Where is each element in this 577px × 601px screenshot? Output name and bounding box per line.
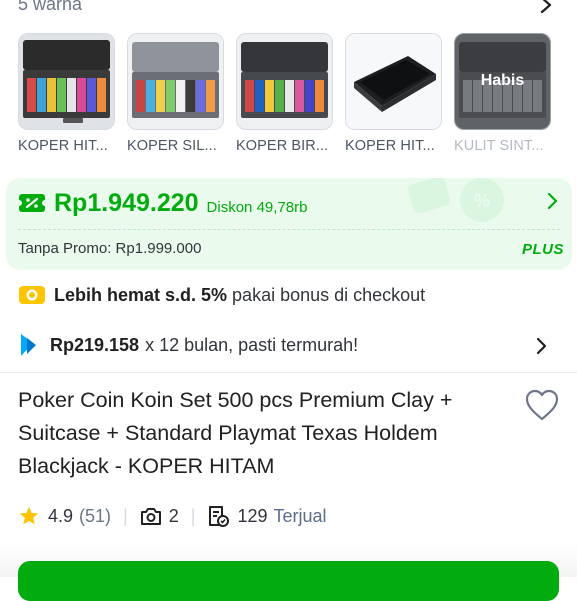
- variant-label: KOPER HIT...: [345, 138, 435, 154]
- product-title: Poker Coin Koin Set 500 pcs Premium Clay…: [18, 388, 453, 478]
- original-price: Tanpa Promo: Rp1.999.000: [18, 240, 202, 257]
- receipt-icon: [209, 506, 230, 527]
- variant-label: KOPER BIR...: [236, 138, 329, 154]
- variant-image: [127, 33, 224, 130]
- variant-header[interactable]: 5 warna: [18, 0, 559, 18]
- separator: |: [190, 505, 196, 526]
- coupon-icon: [18, 194, 46, 212]
- primary-action-button[interactable]: [18, 561, 559, 601]
- variant-count: 5 warna: [18, 0, 83, 14]
- price-row: Rp1.949.220 Diskon 49,78rb: [18, 186, 307, 220]
- price-value: Rp1.949.220: [54, 188, 199, 217]
- variant-label: KOPER SIL...: [127, 138, 217, 154]
- promo-decoration-icon: %: [408, 178, 504, 222]
- coin-bonus-icon: [19, 286, 45, 304]
- rating-value: 4.9: [48, 505, 74, 526]
- variant-item[interactable]: KOPER HIT...: [345, 33, 442, 154]
- svg-text:%: %: [474, 191, 490, 211]
- installment-amount: Rp219.158: [50, 334, 140, 355]
- bonus-highlight: Lebih hemat s.d. 5%: [54, 284, 228, 305]
- bonus-text: pakai bonus di checkout: [232, 284, 426, 305]
- paylater-icon: [21, 334, 36, 356]
- heart-icon[interactable]: [524, 388, 560, 422]
- chevron-right-icon[interactable]: [535, 337, 547, 355]
- variant-item[interactable]: Habis KULIT SINT...: [454, 33, 551, 154]
- chevron-right-icon[interactable]: [546, 192, 558, 210]
- separator: |: [123, 505, 128, 526]
- chevron-right-icon[interactable]: [539, 0, 553, 14]
- plus-logo: PLUS: [521, 241, 564, 258]
- divider: [0, 372, 577, 373]
- star-icon: [19, 506, 39, 525]
- bonus-info: Lebih hemat s.d. 5% pakai bonus di check…: [18, 282, 425, 308]
- sold-out-badge: Habis: [480, 72, 525, 89]
- camera-icon: [140, 508, 161, 525]
- variant-item[interactable]: KOPER BIR...: [236, 33, 333, 154]
- variant-image: Habis: [454, 33, 551, 130]
- divider: [18, 229, 560, 230]
- price-card[interactable]: % Rp1.949.220 Diskon 49,78rb Tanpa Promo…: [6, 178, 572, 270]
- variant-image: [18, 33, 115, 130]
- sold-label: Terjual: [273, 505, 327, 526]
- installment-text: x 12 bulan, pasti termurah!: [145, 334, 359, 355]
- variant-label: KULIT SINT...: [454, 138, 544, 154]
- variant-image: [345, 33, 442, 130]
- sold-count: 129: [237, 505, 268, 526]
- variant-list: KOPER HIT... KOPER SIL... KOPER BIR... K…: [18, 33, 577, 163]
- discount-label: Diskon 49,78rb: [206, 198, 308, 216]
- product-stats: 4.9 (51) | 2 | 129 Terjual: [18, 503, 327, 529]
- variant-item[interactable]: KOPER HIT...: [18, 33, 115, 154]
- photo-count[interactable]: 2: [169, 506, 179, 527]
- variant-image: [236, 33, 333, 130]
- rating-count[interactable]: (51): [79, 506, 111, 527]
- variant-item[interactable]: KOPER SIL...: [127, 33, 224, 154]
- variant-label: KOPER HIT...: [18, 138, 108, 154]
- installment-row[interactable]: Rp219.158 x 12 bulan, pasti termurah!: [18, 331, 559, 359]
